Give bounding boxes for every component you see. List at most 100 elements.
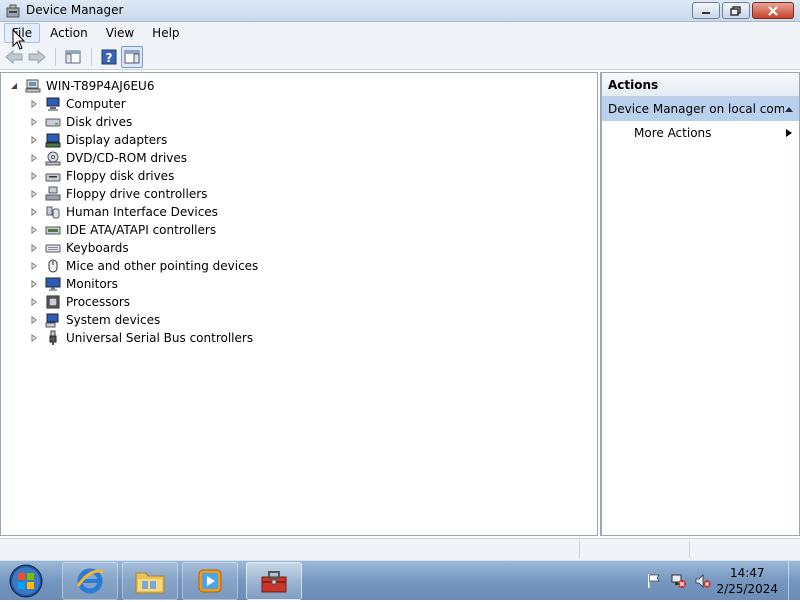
actions-group-device-manager[interactable]: Device Manager on local com... <box>602 97 799 121</box>
taskbar-internet-explorer[interactable] <box>62 562 118 600</box>
toolbar-separator <box>55 47 56 66</box>
maximize-button[interactable] <box>722 2 750 19</box>
clock-date: 2/25/2024 <box>716 582 778 596</box>
close-icon <box>768 5 778 16</box>
menu-view[interactable]: View <box>98 23 142 43</box>
expand-arrow-icon[interactable] <box>29 99 39 109</box>
clock-time: 14:47 <box>729 566 765 580</box>
tree-item-label: Keyboards <box>66 241 129 255</box>
window-controls <box>692 2 794 19</box>
tree-item[interactable]: DVD/CD-ROM drives <box>29 149 187 167</box>
more-actions-item[interactable]: More Actions <box>602 121 799 145</box>
expand-arrow-icon[interactable] <box>29 243 39 253</box>
expand-arrow-icon[interactable] <box>29 189 39 199</box>
status-bar <box>0 538 800 560</box>
tree-item[interactable]: Universal Serial Bus controllers <box>29 329 253 347</box>
tree-item[interactable]: Mice and other pointing devices <box>29 257 258 275</box>
disk-drive-icon <box>45 114 61 130</box>
expand-arrow-icon[interactable] <box>29 207 39 217</box>
minimize-button[interactable] <box>692 2 720 19</box>
tree-item-label: Monitors <box>66 277 118 291</box>
device-tree[interactable]: WIN-T89P4AJ6EU6 Computer Disk drives Displ… <box>0 72 598 536</box>
expand-arrow-icon[interactable] <box>29 279 39 289</box>
taskbar-windows-explorer[interactable] <box>122 562 178 600</box>
help-icon: ? <box>101 49 117 65</box>
processor-icon <box>45 294 61 310</box>
tree-root[interactable]: WIN-T89P4AJ6EU6 <box>9 77 154 95</box>
tree-item-label: Processors <box>66 295 131 309</box>
volume-muted-icon[interactable] <box>695 573 711 589</box>
expand-arrow-icon[interactable] <box>29 225 39 235</box>
tree-item-label: Floppy disk drives <box>66 169 175 183</box>
tree-item[interactable]: Keyboards <box>29 239 129 257</box>
action-pane-icon <box>124 50 140 63</box>
windows-orb-icon <box>9 564 43 598</box>
expand-arrow-icon[interactable] <box>29 261 39 271</box>
back-arrow-icon <box>5 49 23 64</box>
ide-controller-icon <box>45 222 61 238</box>
tree-item[interactable]: Human Interface Devices <box>29 203 218 221</box>
svg-text:?: ? <box>106 51 113 65</box>
toolbar-separator <box>91 47 92 66</box>
expand-arrow-icon[interactable] <box>29 171 39 181</box>
network-error-icon[interactable] <box>671 573 687 589</box>
forward-button[interactable] <box>26 46 48 68</box>
tree-item[interactable]: Display adapters <box>29 131 167 149</box>
tree-item[interactable]: System devices <box>29 311 160 329</box>
media-player-icon <box>198 569 222 593</box>
tree-item[interactable]: IDE ATA/ATAPI controllers <box>29 221 216 239</box>
hid-icon <box>45 204 61 220</box>
more-actions-label: More Actions <box>634 126 712 140</box>
action-center-flag-icon[interactable] <box>646 573 662 589</box>
actions-group-label: Device Manager on local com... <box>608 102 784 116</box>
usb-icon <box>45 330 61 346</box>
show-hide-action-pane-button[interactable] <box>121 45 143 68</box>
console-tree-icon <box>65 50 81 63</box>
collapse-up-icon[interactable] <box>784 105 793 113</box>
keyboard-icon <box>45 240 61 256</box>
mouse-cursor-icon <box>12 29 26 50</box>
clock[interactable]: 14:47 2/25/2024 <box>716 565 778 597</box>
restore-icon <box>730 5 741 16</box>
collapse-arrow-icon[interactable] <box>9 81 19 91</box>
show-desktop-button[interactable] <box>788 561 800 601</box>
start-button[interactable] <box>6 563 46 599</box>
tree-item[interactable]: Monitors <box>29 275 118 293</box>
close-button[interactable] <box>752 2 794 19</box>
tree-item-label: Computer <box>66 97 126 111</box>
taskbar-media-player[interactable] <box>182 562 238 600</box>
expand-arrow-icon[interactable] <box>29 135 39 145</box>
window-title: Device Manager <box>26 3 124 17</box>
expand-arrow-icon[interactable] <box>29 333 39 343</box>
tree-item[interactable]: Computer <box>29 95 126 113</box>
menu-bar: File Action View Help <box>0 22 800 44</box>
tree-root-label: WIN-T89P4AJ6EU6 <box>46 79 155 93</box>
expand-arrow-icon[interactable] <box>29 153 39 163</box>
expand-arrow-icon[interactable] <box>29 315 39 325</box>
expand-arrow-icon[interactable] <box>29 297 39 307</box>
toolbar: ? <box>0 44 800 70</box>
tree-item[interactable]: Floppy disk drives <box>29 167 174 185</box>
tree-item[interactable]: Floppy drive controllers <box>29 185 207 203</box>
help-button[interactable]: ? <box>98 46 120 68</box>
expand-arrow-icon[interactable] <box>29 117 39 127</box>
toolbox-icon <box>261 571 287 593</box>
tree-item[interactable]: Disk drives <box>29 113 132 131</box>
display-adapter-icon <box>45 132 61 148</box>
menu-help[interactable]: Help <box>144 23 187 43</box>
tree-item-label: Disk drives <box>66 115 133 129</box>
computer-icon <box>45 96 61 112</box>
device-manager-icon <box>6 4 20 18</box>
folder-icon <box>135 572 165 594</box>
tree-item-label: System devices <box>66 313 161 327</box>
taskbar-device-manager[interactable] <box>246 562 302 600</box>
actions-header: Actions <box>602 73 799 97</box>
actions-pane: Actions Device Manager on local com... M… <box>600 72 800 536</box>
tree-item-label: IDE ATA/ATAPI controllers <box>66 223 217 237</box>
tree-item-label: DVD/CD-ROM drives <box>66 151 188 165</box>
computer-root-icon <box>25 78 41 94</box>
menu-action[interactable]: Action <box>42 23 96 43</box>
tree-item[interactable]: Processors <box>29 293 130 311</box>
show-hide-console-tree-button[interactable] <box>62 46 84 68</box>
title-bar[interactable]: Device Manager <box>0 0 800 22</box>
